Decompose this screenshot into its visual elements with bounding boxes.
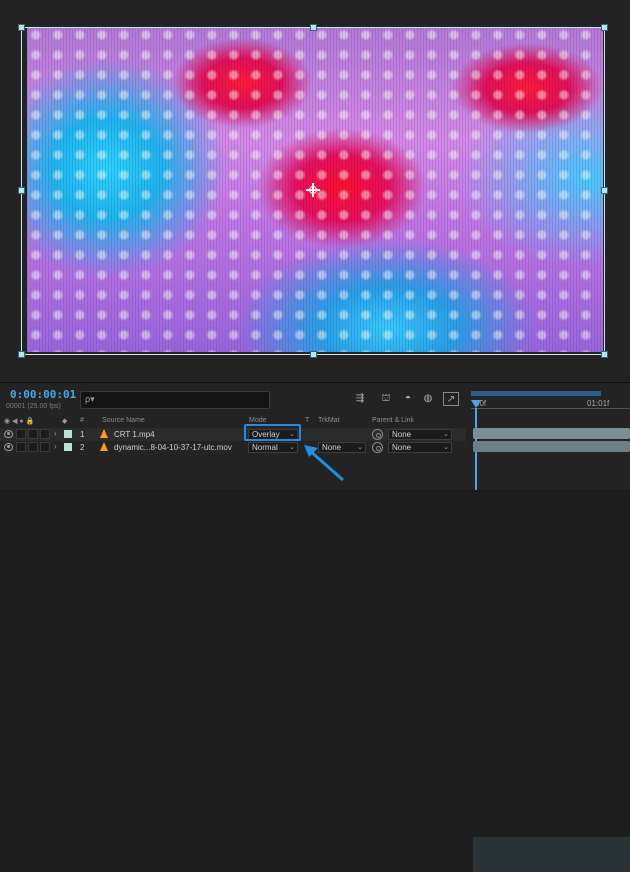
transform-handle-tl[interactable] (18, 24, 25, 31)
composition-viewer[interactable] (0, 0, 630, 382)
current-time-display[interactable]: 0:00:00:01 (10, 388, 76, 401)
shy-layers-icon[interactable]: ◓ (400, 392, 416, 406)
pick-whip-icon[interactable] (372, 429, 383, 440)
layer-column-header: ◉ ◀ ● 🔒 ◆ # Source Name Mode T TrkMat Pa… (0, 415, 466, 427)
transform-handle-ml[interactable] (18, 187, 25, 194)
transform-handle-bm[interactable] (310, 351, 317, 358)
ruler-baseline (471, 408, 629, 409)
layer-row[interactable]: › 1 CRT 1.mp4 Overlay ⌄ None ⌄ (0, 428, 466, 441)
video-file-icon (100, 429, 108, 438)
chevron-down-icon: ⌄ (443, 444, 449, 451)
graph-editor-icon[interactable]: ↗ (443, 392, 459, 406)
solo-toggle[interactable] (28, 442, 38, 452)
pick-whip-icon[interactable] (372, 442, 383, 453)
ruler-tick-mid: 01:01f (587, 399, 610, 408)
solo-toggle[interactable] (28, 429, 38, 439)
blend-mode-value: Overlay (252, 430, 280, 439)
twirl-down-icon[interactable]: › (54, 442, 57, 451)
chevron-down-icon: ⌄ (357, 444, 363, 451)
transform-handle-bl[interactable] (18, 351, 25, 358)
layer-search-input[interactable]: ρ▾ (80, 391, 270, 409)
video-file-icon (100, 442, 108, 451)
chevron-down-icon: ⌄ (289, 431, 295, 438)
work-area-bar[interactable] (471, 391, 601, 396)
current-time-indicator[interactable] (471, 400, 481, 408)
parent-select[interactable]: None ⌄ (388, 429, 452, 440)
anchor-point-ring (309, 186, 317, 194)
lock-toggle[interactable] (40, 442, 50, 452)
label-column-icon: ◆ (62, 418, 68, 425)
column-trkmat: TrkMat (318, 417, 340, 424)
layer-number: 2 (80, 443, 85, 452)
comp-mini-flowchart-icon[interactable]: ⇶ (352, 392, 368, 406)
time-ruler[interactable]: 00f 01:01f (469, 388, 630, 412)
blend-mode-select[interactable]: Overlay ⌄ (248, 429, 298, 440)
audio-toggle[interactable] (16, 429, 26, 439)
layer-duration-bar[interactable] (473, 441, 630, 452)
chevron-down-icon: ⌄ (443, 431, 449, 438)
frame-rate-readout: 00001 (25.00 fps) (6, 403, 61, 410)
column-source-name: Source Name (102, 417, 145, 424)
chevron-down-icon: ⌄ (289, 444, 295, 451)
layer-duration-bar[interactable] (473, 428, 630, 439)
av-switches-icon: ◉ ◀ ● 🔒 (4, 418, 35, 425)
visibility-eye-icon[interactable] (4, 430, 13, 438)
trkmat-value: None (322, 443, 342, 452)
column-num: # (80, 417, 84, 424)
motion-blur-icon[interactable]: ◍ (420, 392, 436, 406)
draft-3d-icon[interactable]: ⛫ (378, 392, 394, 406)
parent-select[interactable]: None ⌄ (388, 442, 452, 453)
timeline-empty-area[interactable] (473, 837, 630, 872)
audio-toggle[interactable] (16, 442, 26, 452)
blend-mode-value: Normal (252, 443, 278, 452)
trkmat-select[interactable]: None ⌄ (318, 442, 366, 453)
layer-name[interactable]: dynamic...8-04-10-37-17-utc.mov (114, 443, 232, 452)
layer-name[interactable]: CRT 1.mp4 (114, 430, 155, 439)
parent-value: None (392, 443, 412, 452)
layer-number: 1 (80, 430, 85, 439)
parent-value: None (392, 430, 412, 439)
blend-mode-select[interactable]: Normal ⌄ (248, 442, 298, 453)
lock-toggle[interactable] (40, 429, 50, 439)
label-color-swatch[interactable] (64, 430, 72, 438)
column-mode: Mode (249, 417, 267, 424)
visibility-eye-icon[interactable] (4, 443, 13, 451)
transform-handle-tm[interactable] (310, 24, 317, 31)
column-t: T (305, 417, 310, 424)
column-parent-link: Parent & Link (372, 417, 415, 424)
twirl-down-icon[interactable]: › (54, 429, 57, 438)
transform-handle-tr[interactable] (601, 24, 608, 31)
transform-handle-mr[interactable] (601, 187, 608, 194)
label-color-swatch[interactable] (64, 443, 72, 451)
layer-row[interactable]: › 2 dynamic...8-04-10-37-17-utc.mov Norm… (0, 441, 466, 454)
transform-handle-br[interactable] (601, 351, 608, 358)
